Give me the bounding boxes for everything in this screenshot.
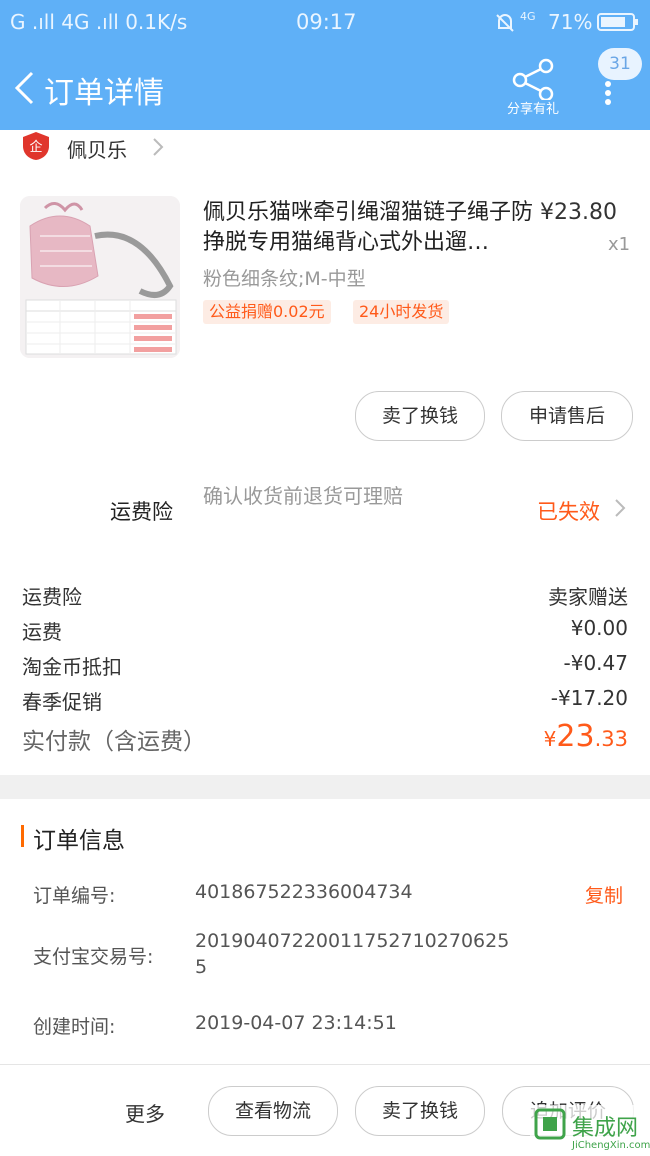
status-network: 4G: [520, 10, 536, 23]
freight-insurance-desc: 确认收货前退货可理赔: [203, 484, 403, 508]
mute-icon: [494, 12, 516, 34]
status-signal: G .ıll 4G .ıll 0.1K/s: [10, 10, 188, 34]
product-price: ¥23.80: [540, 200, 617, 225]
created-time-value: 2019-04-07 23:14:51: [195, 1012, 397, 1034]
page-title: 订单详情: [44, 76, 164, 111]
chevron-right-icon[interactable]: [152, 137, 164, 157]
product-thumbnail[interactable]: [20, 196, 180, 358]
chevron-right-icon[interactable]: [614, 498, 626, 518]
more-button[interactable]: 更多: [125, 1098, 165, 1127]
watermark-subtext: JiChengXin.com: [572, 1140, 650, 1151]
more-vertical-icon[interactable]: [604, 80, 612, 106]
cost-label: 运费: [22, 620, 62, 644]
charity-tag: 公益捐赠0.02元: [203, 300, 331, 324]
sell-for-cash-button[interactable]: 卖了换钱: [355, 1086, 485, 1136]
view-logistics-button[interactable]: 查看物流: [208, 1086, 338, 1136]
amount-decimal: .33: [594, 727, 628, 751]
alipay-trade-label: 支付宝交易号:: [33, 946, 154, 968]
cost-value: 卖家赠送: [548, 585, 628, 609]
freight-insurance-label: 运费险: [110, 500, 173, 524]
order-number-label: 订单编号:: [33, 885, 116, 907]
cost-label: 春季促销: [22, 690, 102, 714]
section-accent-bar: [21, 825, 24, 847]
section-divider: [0, 775, 650, 799]
amount-paid-value: ¥23.33: [544, 719, 628, 754]
product-title[interactable]: 佩贝乐猫咪牵引绳溜猫链子绳子防挣脱专用猫绳背心式外出遛…: [203, 198, 538, 258]
order-info-title: 订单信息: [33, 828, 125, 854]
shipping-tag: 24小时发货: [353, 300, 450, 324]
message-count-badge: 31: [598, 48, 642, 80]
amount-integer: 23: [556, 719, 595, 754]
created-time-label: 创建时间:: [33, 1016, 116, 1038]
svg-text:企: 企: [29, 139, 42, 155]
cost-value: -¥17.20: [550, 686, 628, 710]
order-number-value: 401867522336004734: [195, 881, 413, 903]
cost-label: 运费险: [22, 585, 82, 609]
sell-for-cash-button[interactable]: 卖了换钱: [355, 391, 485, 441]
after-sales-button[interactable]: 申请售后: [501, 391, 633, 441]
product-quantity: x1: [608, 234, 631, 255]
amount-paid-label: 实付款（含运费）: [22, 729, 206, 755]
cost-value: ¥0.00: [570, 616, 628, 640]
product-sku: 粉色细条纹;M-中型: [203, 268, 366, 290]
share-label[interactable]: 分享有礼: [500, 98, 566, 117]
battery-icon: [597, 12, 639, 32]
alipay-trade-value-cont: 5: [195, 956, 208, 978]
shop-name[interactable]: 佩贝乐: [67, 134, 127, 163]
currency-symbol: ¥: [543, 727, 557, 751]
freight-insurance-status[interactable]: 已失效: [537, 496, 600, 526]
enterprise-seller-icon: 企: [22, 131, 50, 161]
status-time: 09:17: [296, 10, 357, 34]
watermark-logo-icon: [534, 1108, 566, 1140]
cost-value: -¥0.47: [563, 651, 628, 675]
back-arrow-icon[interactable]: [12, 70, 44, 106]
watermark-text: 集成网: [572, 1116, 639, 1141]
battery-percent: 71%: [548, 10, 593, 34]
alipay-trade-value: 20190407220011752710270625: [195, 930, 510, 952]
copy-button[interactable]: 复制: [585, 881, 623, 908]
cost-label: 淘金币抵扣: [22, 655, 122, 679]
